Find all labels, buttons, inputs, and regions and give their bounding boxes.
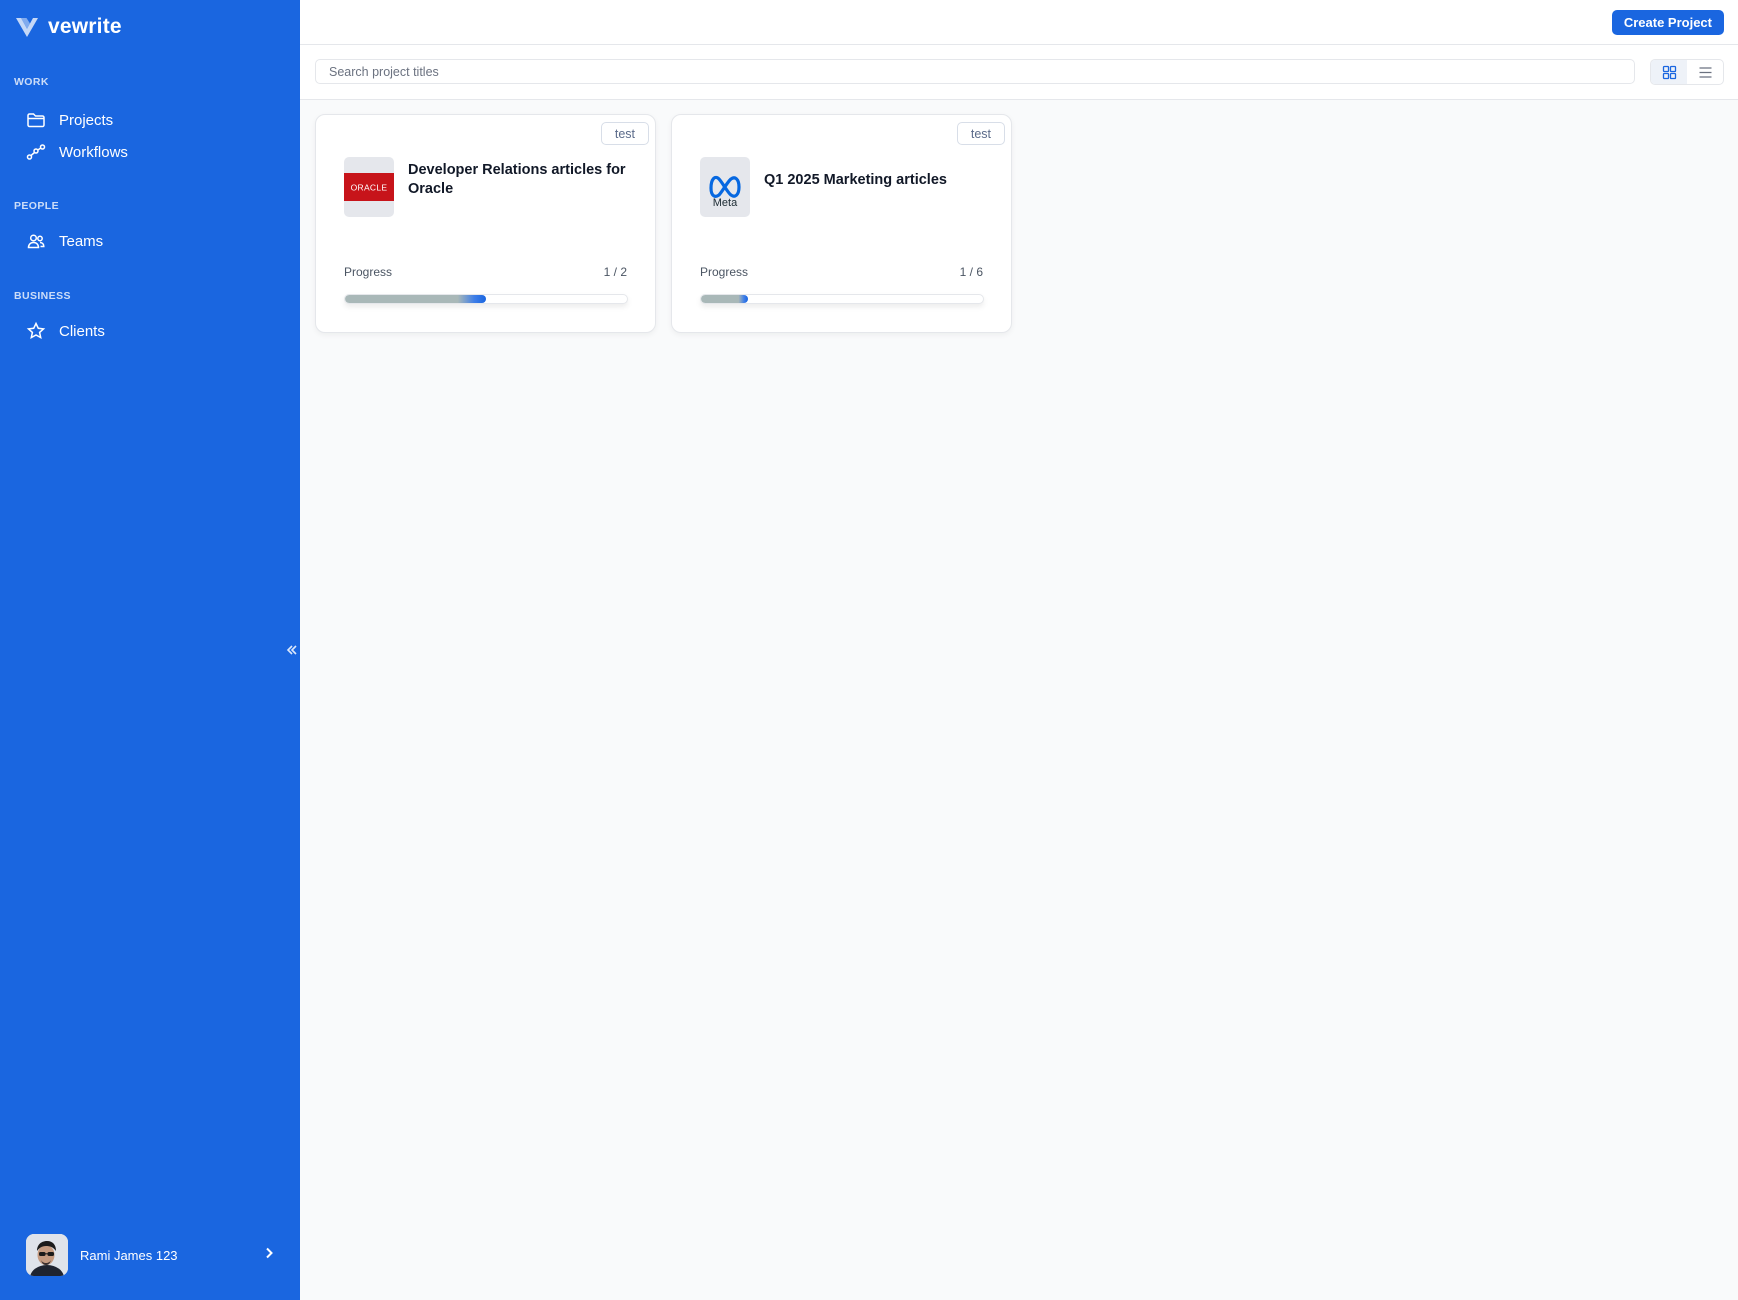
sidebar-item-projects[interactable]: Projects — [26, 105, 113, 135]
vewrite-logo-icon — [16, 18, 38, 37]
chevrons-left-icon — [286, 645, 297, 655]
client-logo-text: Meta — [713, 197, 738, 209]
progress-fill — [701, 295, 748, 303]
progress-bar — [344, 294, 628, 304]
sidebar-item-clients[interactable]: Clients — [26, 316, 105, 346]
sidebar-item-label: Workflows — [59, 143, 128, 161]
progress-label: Progress — [344, 265, 393, 279]
avatar — [26, 1234, 68, 1276]
oracle-logo-icon: ORACLE — [344, 173, 394, 201]
project-card[interactable]: test Meta Q1 2025 Marketing articles Pro… — [671, 114, 1012, 333]
top-bar: Create Project — [300, 0, 1738, 45]
main-content: Create Project Search project titles tes… — [300, 0, 1738, 1300]
client-logo: Meta — [700, 157, 750, 217]
sidebar-item-label: Projects — [59, 111, 114, 129]
progress-count: 1 / 6 — [959, 265, 983, 279]
section-label-work: WORK — [14, 76, 49, 88]
create-project-button[interactable]: Create Project — [1611, 10, 1724, 35]
progress-label: Progress — [700, 265, 749, 279]
sidebar-item-teams[interactable]: Teams — [26, 226, 103, 256]
app-root: vewrite WORK Projects Workflows PEOPLE T… — [0, 0, 1738, 1300]
list-icon — [1699, 66, 1711, 78]
progress-count: 1 / 2 — [603, 265, 627, 279]
app-name: vewrite — [48, 15, 122, 38]
grid-view-button[interactable] — [1651, 60, 1687, 84]
project-title: Developer Relations articles for Oracle — [408, 162, 626, 197]
progress-fill — [345, 295, 486, 303]
section-label-people: PEOPLE — [14, 200, 59, 212]
folder-icon — [27, 113, 45, 128]
users-icon — [27, 234, 45, 249]
section-label-business: BUSINESS — [14, 290, 71, 302]
star-icon — [26, 321, 46, 340]
filter-bar — [300, 45, 1738, 100]
progress-bar — [700, 294, 984, 304]
search-input[interactable] — [315, 59, 1635, 84]
user-name: Rami James 123 — [80, 1247, 178, 1263]
project-tag[interactable]: test — [956, 122, 1005, 145]
project-grid: test ORACLE Developer Relations articles… — [315, 114, 1012, 333]
list-view-button[interactable] — [1687, 60, 1723, 84]
sidebar-item-label: Teams — [59, 232, 104, 250]
view-toggle — [1650, 59, 1724, 85]
project-title: Q1 2025 Marketing articles — [764, 172, 947, 188]
client-logo: ORACLE — [344, 157, 394, 217]
project-tag[interactable]: test — [600, 122, 649, 145]
chevron-right-icon — [262, 1246, 276, 1265]
sidebar-item-workflows[interactable]: Workflows — [26, 137, 128, 167]
user-menu[interactable]: Rami James 123 — [26, 1234, 276, 1276]
sidebar: vewrite WORK Projects Workflows PEOPLE T… — [0, 0, 300, 1300]
project-card[interactable]: test ORACLE Developer Relations articles… — [315, 114, 656, 333]
grid-icon — [1662, 65, 1676, 79]
client-logo-text: ORACLE — [351, 183, 388, 193]
avatar-image — [26, 1234, 68, 1276]
sidebar-item-label: Clients — [59, 322, 105, 340]
meta-logo-icon: Meta — [709, 175, 741, 209]
collapse-sidebar-button[interactable] — [284, 640, 300, 660]
workflow-icon — [26, 144, 46, 160]
brand[interactable]: vewrite — [14, 14, 122, 40]
